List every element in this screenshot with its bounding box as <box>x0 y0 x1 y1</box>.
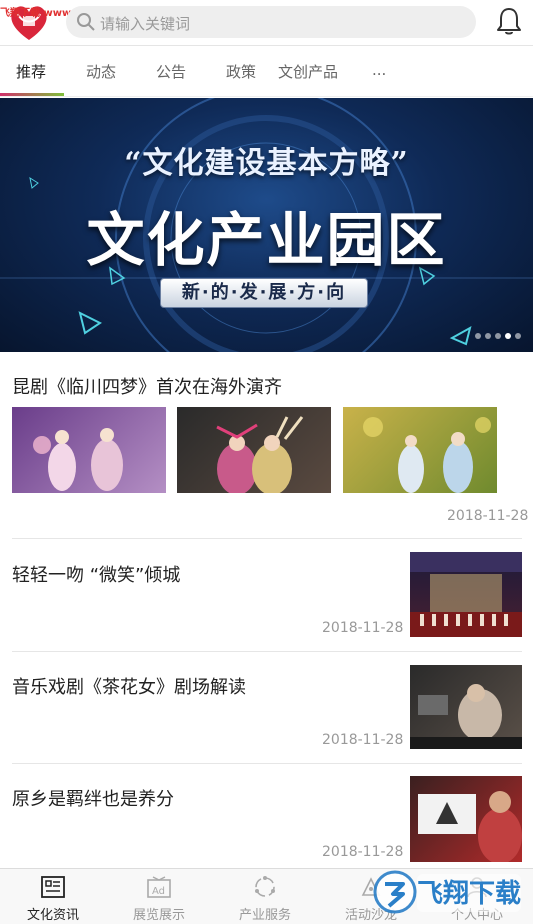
banner-subtitle: 新·的·发·展·方·向 <box>160 278 368 308</box>
news-thumbnail-kunqu-2[interactable] <box>177 407 331 493</box>
news-title[interactable]: 轻轻一吻 “微笑”倾城 <box>12 561 180 587</box>
banner-headline: 文化产业园区 <box>86 206 447 274</box>
nav-label: 展览展示 <box>132 908 185 923</box>
divider <box>12 763 522 764</box>
carousel-indicator[interactable] <box>471 324 521 339</box>
nav-label: 文化资讯 <box>26 908 79 923</box>
app-header: 飞翔下载 www.FXXZ.com 请输入关键词 <box>0 0 533 46</box>
category-tabs: 推荐 动态 公告 政策 文创产品 ... <box>0 47 533 97</box>
active-tab-indicator <box>0 93 64 96</box>
svg-text:Ad: Ad <box>152 886 165 897</box>
watermark-logo: 飞翔下载 <box>373 870 521 914</box>
news-thumbnail-exhibit[interactable] <box>410 776 522 862</box>
news-title[interactable]: 昆剧《临川四梦》首次在海外演齐 <box>12 373 282 399</box>
nav-industry-services[interactable]: 产业服务 <box>212 869 318 924</box>
nav-exhibitions[interactable]: Ad 展览展示 <box>106 869 212 924</box>
news-thumbnail-theatre[interactable] <box>410 665 522 749</box>
divider <box>12 651 522 652</box>
tab-policy[interactable]: 政策 <box>226 61 256 82</box>
carousel-dot[interactable] <box>485 333 491 339</box>
news-date: 2018-11-28 <box>322 844 404 860</box>
tab-more[interactable]: ... <box>372 61 386 79</box>
news-thumbnail-stage[interactable] <box>410 552 522 637</box>
search-input[interactable]: 请输入关键词 <box>100 13 190 34</box>
carousel-dot[interactable] <box>475 333 481 339</box>
service-icon <box>255 876 275 897</box>
tab-cultural-products[interactable]: 文创产品 <box>278 61 338 82</box>
bell-icon[interactable] <box>495 6 523 36</box>
news-thumbnail-kunqu-3[interactable] <box>343 407 497 493</box>
carousel-dot-active[interactable] <box>505 333 511 339</box>
search-icon <box>77 13 95 31</box>
nav-culture-news[interactable]: 文化资讯 <box>0 869 106 924</box>
news-title[interactable]: 音乐戏剧《茶花女》剧场解读 <box>12 673 246 699</box>
news-icon <box>41 876 65 898</box>
carousel-dot[interactable] <box>495 333 501 339</box>
carousel-dot[interactable] <box>515 333 521 339</box>
divider <box>12 538 522 539</box>
news-thumbnail-kunqu-1[interactable] <box>12 407 166 493</box>
banner-carousel[interactable]: “文化建设基本方略” 文化产业园区 新·的·发·展·方·向 <box>0 98 533 352</box>
news-title[interactable]: 原乡是羁绊也是养分 <box>12 785 174 811</box>
news-date: 2018-11-28 <box>447 508 529 524</box>
tab-announcements[interactable]: 公告 <box>156 61 186 82</box>
news-date: 2018-11-28 <box>322 620 404 636</box>
tab-recommend[interactable]: 推荐 <box>16 61 46 82</box>
banner-quote: “文化建设基本方略” <box>124 146 409 181</box>
tab-news[interactable]: 动态 <box>86 61 116 82</box>
search-bar[interactable]: 请输入关键词 <box>66 6 476 38</box>
watermark-bottom-text: 飞翔下载 <box>417 879 521 909</box>
nav-label: 产业服务 <box>238 908 291 923</box>
gallery-icon: Ad <box>147 876 171 898</box>
news-date: 2018-11-28 <box>322 732 404 748</box>
